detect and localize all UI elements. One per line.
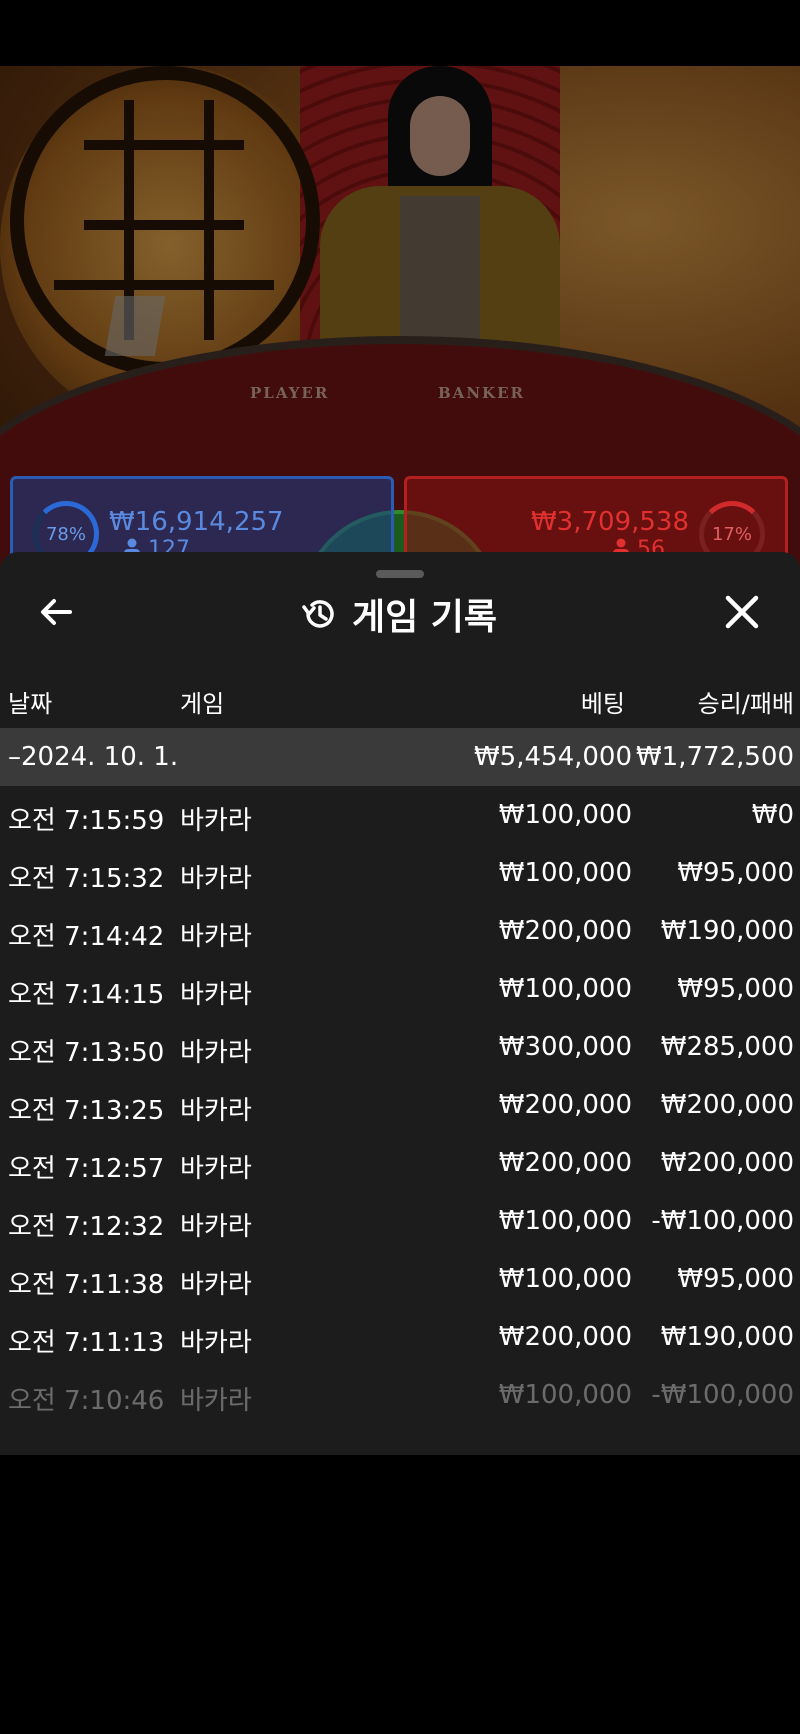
close-button[interactable] <box>724 594 764 634</box>
history-row[interactable]: 오전 7:13:25 바카라 ₩200,000 ₩200,000 <box>0 1076 800 1134</box>
row-winloss: ₩95,000 <box>677 1264 794 1294</box>
row-winloss: ₩0 <box>751 800 794 830</box>
row-time: 오전 7:15:59 <box>8 806 165 836</box>
sheet-title-text: 게임 기록 <box>352 597 498 638</box>
banker-percent: 17% <box>711 523 752 545</box>
column-header-game[interactable]: 게임 <box>180 684 224 719</box>
back-button[interactable] <box>36 592 76 632</box>
row-game: 바카라 <box>180 1038 252 1068</box>
row-game: 바카라 <box>180 1212 252 1242</box>
row-game: 바카라 <box>180 1154 252 1184</box>
summary-winloss: ₩1,772,500 <box>635 742 794 772</box>
row-game: 바카라 <box>180 864 252 894</box>
history-row[interactable]: 오전 7:14:15 바카라 ₩100,000 ₩95,000 <box>0 960 800 1018</box>
row-game: 바카라 <box>180 922 252 952</box>
row-game: 바카라 <box>180 1328 252 1358</box>
row-winloss: ₩200,000 <box>660 1090 794 1120</box>
row-bet: ₩200,000 <box>498 916 632 946</box>
drag-handle[interactable] <box>376 570 424 578</box>
history-row[interactable]: 오전 7:10:46 바카라 ₩100,000 -₩100,000 <box>0 1366 800 1424</box>
row-game: 바카라 <box>180 1096 252 1126</box>
player-percent: 78% <box>45 523 86 545</box>
row-game: 바카라 <box>180 980 252 1010</box>
row-bet: ₩200,000 <box>498 1148 632 1178</box>
history-row[interactable]: 오전 7:15:59 바카라 ₩100,000 ₩0 <box>0 786 800 844</box>
row-bet: ₩100,000 <box>498 1380 632 1410</box>
row-winloss: ₩190,000 <box>660 916 794 946</box>
history-row[interactable]: 오전 7:12:32 바카라 ₩100,000 -₩100,000 <box>0 1192 800 1250</box>
sheet-title: 게임 기록 <box>300 592 497 638</box>
history-row[interactable]: 오전 7:11:13 바카라 ₩200,000 ₩190,000 <box>0 1308 800 1366</box>
column-header-winloss[interactable]: 승리/패배 <box>698 684 794 719</box>
row-bet: ₩100,000 <box>498 1206 632 1236</box>
row-bet: ₩100,000 <box>498 1264 632 1294</box>
row-time: 오전 7:10:46 <box>8 1386 165 1416</box>
arrow-left-icon <box>41 599 72 625</box>
row-bet: ₩200,000 <box>498 1322 632 1352</box>
row-winloss: -₩100,000 <box>651 1206 794 1236</box>
row-time: 오전 7:12:32 <box>8 1212 165 1242</box>
history-row[interactable]: 오전 7:14:42 바카라 ₩200,000 ₩190,000 <box>0 902 800 960</box>
row-time: 오전 7:13:50 <box>8 1038 165 1068</box>
row-game: 바카라 <box>180 806 252 836</box>
row-time: 오전 7:14:42 <box>8 922 165 952</box>
row-winloss: ₩95,000 <box>677 974 794 1004</box>
history-row[interactable]: 오전 7:13:50 바카라 ₩300,000 ₩285,000 <box>0 1018 800 1076</box>
row-bet: ₩100,000 <box>498 858 632 888</box>
row-bet: ₩200,000 <box>498 1090 632 1120</box>
row-time: 오전 7:14:15 <box>8 980 165 1010</box>
row-time: 오전 7:11:13 <box>8 1328 165 1358</box>
game-history-sheet: 게임 기록 날짜 게임 베팅 승리/패배 –2024. 10. 1. ₩5,45… <box>0 552 800 1455</box>
row-winloss: ₩95,000 <box>677 858 794 888</box>
history-list: 오전 7:15:59 바카라 ₩100,000 ₩0 오전 7:15:32 바카… <box>0 786 800 1424</box>
row-winloss: ₩200,000 <box>660 1148 794 1178</box>
column-header-bet[interactable]: 베팅 <box>581 684 625 719</box>
row-bet: ₩100,000 <box>498 974 632 1004</box>
summary-bet: ₩5,454,000 <box>473 742 632 772</box>
history-icon <box>302 600 334 628</box>
row-time: 오전 7:13:25 <box>8 1096 165 1126</box>
row-winloss: ₩285,000 <box>660 1032 794 1062</box>
history-row[interactable]: 오전 7:15:32 바카라 ₩100,000 ₩95,000 <box>0 844 800 902</box>
history-row[interactable]: 오전 7:12:57 바카라 ₩200,000 ₩200,000 <box>0 1134 800 1192</box>
close-icon <box>725 595 759 629</box>
row-bet: ₩300,000 <box>498 1032 632 1062</box>
row-time: 오전 7:12:57 <box>8 1154 165 1184</box>
row-game: 바카라 <box>180 1386 252 1416</box>
banker-bet-amount: ₩3,709,538 <box>530 507 689 537</box>
history-row[interactable]: 오전 7:11:38 바카라 ₩100,000 ₩95,000 <box>0 1250 800 1308</box>
row-game: 바카라 <box>180 1270 252 1300</box>
row-winloss: -₩100,000 <box>651 1380 794 1410</box>
row-bet: ₩100,000 <box>498 800 632 830</box>
player-bet-amount: ₩16,914,257 <box>109 507 284 537</box>
date-summary-row[interactable]: –2024. 10. 1. ₩5,454,000 ₩1,772,500 <box>0 728 800 786</box>
row-time: 오전 7:15:32 <box>8 864 165 894</box>
row-time: 오전 7:11:38 <box>8 1270 165 1300</box>
summary-date: –2024. 10. 1. <box>8 742 179 772</box>
column-header-date[interactable]: 날짜 <box>8 684 52 719</box>
row-winloss: ₩190,000 <box>660 1322 794 1352</box>
